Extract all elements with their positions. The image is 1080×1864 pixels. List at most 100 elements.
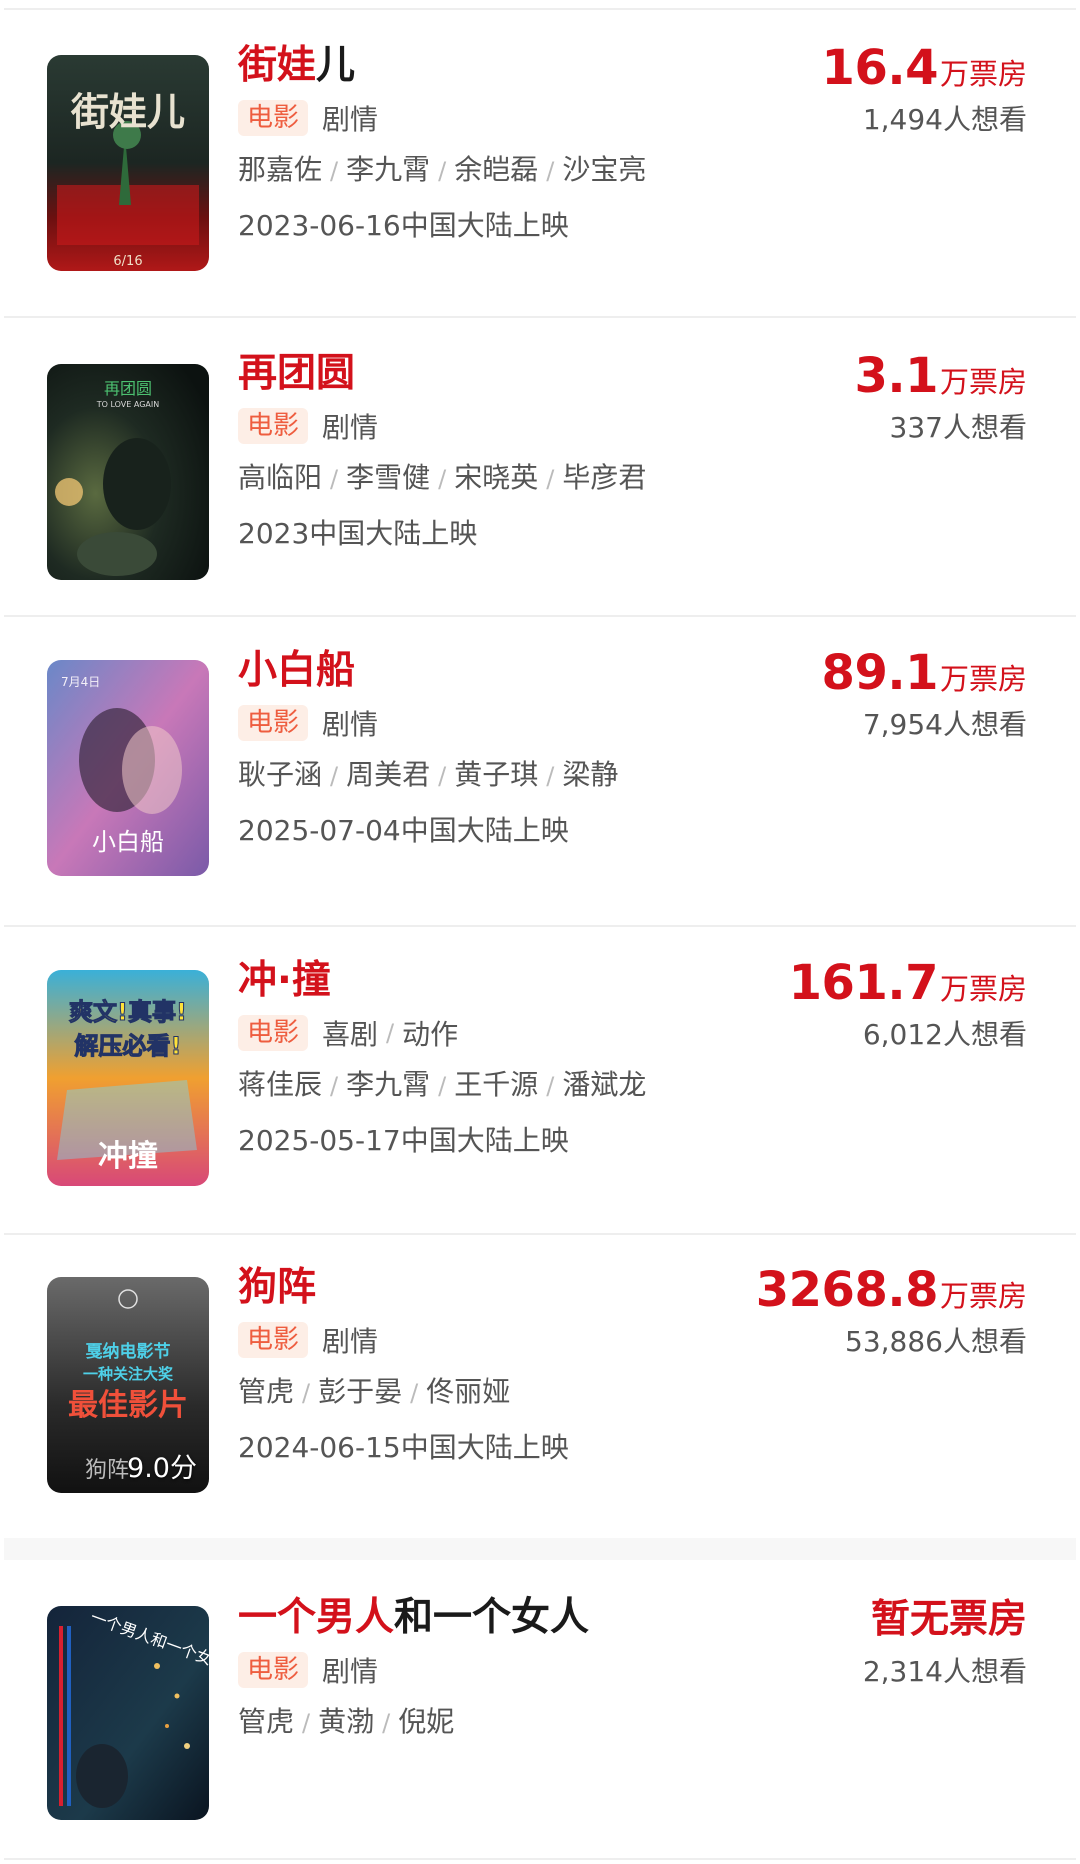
title-highlight: 狗阵 xyxy=(238,1265,317,1310)
cast-member[interactable]: 高临阳 xyxy=(238,461,322,494)
svg-text:解压必看!: 解压必看! xyxy=(75,1032,182,1060)
title-highlight: 撞 xyxy=(291,958,331,1003)
cast-member[interactable]: 黄渤 xyxy=(318,1705,374,1738)
cast-member[interactable]: 黄子琪 xyxy=(454,758,538,791)
svg-text:最佳影片: 最佳影片 xyxy=(68,1388,188,1423)
title-middot: · xyxy=(277,958,292,1003)
cast-member[interactable]: 梁静 xyxy=(562,758,618,791)
movie-tag-badge: 电影 xyxy=(238,1322,309,1358)
movie-item-zaituanyuan[interactable]: 再团圆 TO LOVE AGAIN 再团圆 电影 剧情 高临阳 / 李雪健 / 宋晓英 /… xyxy=(0,348,1080,610)
want-to-see-count: 53,886人想看 xyxy=(845,1325,1027,1358)
title-rest: 儿 xyxy=(316,43,356,88)
movie-poster[interactable]: 一个男人和一个女人 xyxy=(47,1606,209,1820)
movie-title[interactable]: 冲·撞 xyxy=(238,955,331,1007)
slash-separator: / xyxy=(438,465,447,493)
cast-member[interactable]: 周美君 xyxy=(346,758,430,791)
cast-member[interactable]: 余皑磊 xyxy=(454,153,538,186)
genre: 剧情 xyxy=(322,103,379,136)
cast-member[interactable]: 李九霄 xyxy=(346,1068,430,1101)
release-date: 2025-07-04中国大陆上映 xyxy=(238,814,569,847)
slash-separator: / xyxy=(546,1072,555,1100)
movie-item-chongzhuang[interactable]: 爽文!真事! 解压必看! 冲撞 冲·撞 电影 喜剧 / 动作 蒋佳辰 / 李九霄 / 王千源… xyxy=(0,955,1080,1225)
cast-member[interactable]: 潘斌龙 xyxy=(562,1068,646,1101)
tag-line: 电影 剧情 xyxy=(238,1650,378,1690)
slash-separator: / xyxy=(438,157,447,185)
movie-tag-badge: 电影 xyxy=(238,1652,309,1688)
title-highlight: 一个男人 xyxy=(238,1595,395,1640)
svg-text:TO LOVE AGAIN: TO LOVE AGAIN xyxy=(96,400,159,409)
title-highlight: 再团圆 xyxy=(238,351,356,396)
box-office-value: 3268.8 xyxy=(755,1262,939,1318)
movie-title[interactable]: 狗阵 xyxy=(238,1262,316,1314)
movie-title[interactable]: 再团圆 xyxy=(238,348,355,400)
divider xyxy=(4,8,1076,10)
cast-list: 管虎 / 黄渤 / 倪妮 xyxy=(238,1702,454,1743)
divider xyxy=(4,925,1076,927)
cast-member[interactable]: 管虎 xyxy=(238,1375,294,1408)
cast-member[interactable]: 佟丽娅 xyxy=(426,1375,510,1408)
movie-item-gouzhen[interactable]: 戛纳电影节 一种关注大奖 最佳影片 狗阵 9.0分 狗阵 电影 剧情 管虎 / 彭于… xyxy=(0,1262,1080,1534)
box-office-value: 3.1 xyxy=(854,348,938,404)
box-office-unit: 万票房 xyxy=(939,972,1027,1006)
slash-separator: / xyxy=(302,1379,311,1407)
movie-title[interactable]: 一个男人和一个女人 xyxy=(238,1592,589,1644)
divider xyxy=(4,615,1076,617)
genre: 剧情 xyxy=(322,1325,379,1358)
movie-item-jiewaer[interactable]: 街娃儿 6/16 街娃儿 电影 剧情 那嘉佐 / 李九霄 / 余皑磊 / 沙宝亮 2023-… xyxy=(0,40,1080,310)
slash-separator: / xyxy=(330,465,339,493)
cast-list: 耿子涵 / 周美君 / 黄子琪 / 梁静 xyxy=(238,755,618,796)
release-date: 2023-06-16中国大陆上映 xyxy=(238,209,569,242)
cast-member[interactable]: 宋晓英 xyxy=(454,461,538,494)
slash-separator: / xyxy=(410,1379,419,1407)
movie-poster[interactable]: 爽文!真事! 解压必看! 冲撞 xyxy=(47,970,209,1186)
movie-stats: 161.7万票房 6,012人想看 xyxy=(707,955,1027,1075)
movie-poster[interactable]: 再团圆 TO LOVE AGAIN xyxy=(47,364,209,580)
cast-member[interactable]: 毕彦君 xyxy=(562,461,646,494)
svg-text:6/16: 6/16 xyxy=(113,254,142,269)
movie-tag-badge: 电影 xyxy=(238,705,309,741)
poster-image: 再团圆 TO LOVE AGAIN xyxy=(47,364,209,580)
cast-member[interactable]: 李九霄 xyxy=(346,153,430,186)
cast-member[interactable]: 彭于晏 xyxy=(318,1375,402,1408)
cast-member[interactable]: 李雪健 xyxy=(346,461,430,494)
slash-separator: / xyxy=(546,762,555,790)
svg-text:冲撞: 冲撞 xyxy=(98,1139,158,1174)
box-office-unit: 万票房 xyxy=(939,57,1027,91)
genre: 剧情 xyxy=(322,1655,379,1688)
cast-member[interactable]: 王千源 xyxy=(454,1068,538,1101)
movie-item-yigenanren[interactable]: 一个男人和一个女人 一个男人和一个女人 电影 剧情 管虎 / 黄渤 / 倪妮 暂无票房 … xyxy=(0,1592,1080,1854)
movie-poster[interactable]: 戛纳电影节 一种关注大奖 最佳影片 狗阵 9.0分 xyxy=(47,1277,209,1493)
svg-text:再团圆: 再团圆 xyxy=(104,379,152,398)
poster-image: 爽文!真事! 解压必看! 冲撞 xyxy=(47,970,209,1186)
slash-separator: / xyxy=(330,1072,339,1100)
movie-poster[interactable]: 7月4日 小白船 xyxy=(47,660,209,876)
cast-list: 那嘉佐 / 李九霄 / 余皑磊 / 沙宝亮 xyxy=(238,150,646,191)
tag-line: 电影 剧情 xyxy=(238,703,378,743)
slash-separator: / xyxy=(546,157,555,185)
cast-member[interactable]: 那嘉佐 xyxy=(238,153,322,186)
box-office: 161.7万票房 xyxy=(789,955,1027,1022)
release-date: 2025-05-17中国大陆上映 xyxy=(238,1124,569,1157)
movie-stats: 3.1万票房 337人想看 xyxy=(707,348,1027,468)
movie-title[interactable]: 小白船 xyxy=(238,645,355,697)
box-office-value: 16.4 xyxy=(821,40,939,96)
title-highlight: 街娃 xyxy=(238,43,317,88)
svg-text:7月4日: 7月4日 xyxy=(61,675,100,689)
cast-member[interactable]: 耿子涵 xyxy=(238,758,322,791)
box-office-unit: 万票房 xyxy=(939,365,1027,399)
movie-item-xiaobaichuan[interactable]: 7月4日 小白船 小白船 电影 剧情 耿子涵 / 周美君 / 黄子琪 / 梁静 2025-0… xyxy=(0,645,1080,915)
release-date: 2024-06-15中国大陆上映 xyxy=(238,1431,569,1464)
want-to-see-count: 2,314人想看 xyxy=(862,1655,1027,1688)
slash-separator: / xyxy=(330,157,339,185)
cast-member[interactable]: 倪妮 xyxy=(398,1705,454,1738)
movie-stats: 暂无票房 2,314人想看 xyxy=(707,1592,1027,1712)
cast-member[interactable]: 管虎 xyxy=(238,1705,294,1738)
genre: 剧情 xyxy=(322,708,379,741)
movie-poster[interactable]: 街娃儿 6/16 xyxy=(47,55,209,271)
slash-separator: / xyxy=(438,762,447,790)
cast-member[interactable]: 蒋佳辰 xyxy=(238,1068,322,1101)
poster-image: 街娃儿 6/16 xyxy=(47,55,209,271)
movie-stats: 89.1万票房 7,954人想看 xyxy=(707,645,1027,765)
cast-member[interactable]: 沙宝亮 xyxy=(562,153,646,186)
movie-title[interactable]: 街娃儿 xyxy=(238,40,355,92)
